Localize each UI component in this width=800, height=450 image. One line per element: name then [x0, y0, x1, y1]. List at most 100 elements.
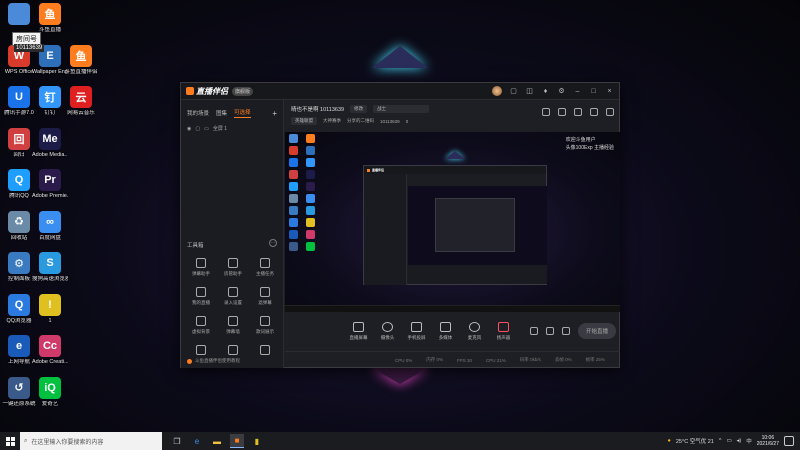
- media-button[interactable]: 多媒体: [432, 321, 459, 341]
- tool-item[interactable]: [217, 345, 249, 358]
- speaker-icon: [498, 321, 509, 332]
- clock[interactable]: 10:06 2021/6/27: [757, 435, 779, 447]
- network-icon[interactable]: ▭: [726, 438, 731, 444]
- preview-side-text: 欢迎斗鱼用户 头像100Exp 主播经验: [566, 137, 614, 152]
- volume-icon[interactable]: ◂): [737, 438, 742, 444]
- share-qrcode-label[interactable]: 分享的二维码: [347, 118, 374, 124]
- tool-item[interactable]: 弹幕墙: [217, 316, 249, 335]
- tool-item[interactable]: 主播任务: [249, 258, 281, 277]
- room-title: 晴也不是啊 10113639: [291, 107, 345, 113]
- scene-label: 全屏 1: [212, 126, 228, 132]
- screen-capture-button[interactable]: 直播屏幕: [345, 321, 372, 341]
- ime-icon[interactable]: 中: [746, 437, 752, 445]
- desktop-icon-label: Adobe Media...: [32, 151, 68, 158]
- desktop-icon[interactable]: ∞ 百度网盘: [32, 210, 68, 241]
- tool-item[interactable]: 歌词展示: [249, 316, 281, 335]
- app-icon: iQ: [39, 376, 61, 399]
- tag-season[interactable]: 大神赛季: [323, 118, 341, 124]
- tool-label: 主播任务: [256, 271, 274, 276]
- desktop-icon[interactable]: Cc Adobe Creati...: [32, 335, 68, 365]
- task-view-icon[interactable]: ❐: [170, 434, 184, 448]
- tutorial-link[interactable]: 斗鱼直播伴侣使用教程: [187, 358, 240, 364]
- close-icon[interactable]: ×: [605, 87, 614, 96]
- maximize-icon[interactable]: □: [589, 87, 598, 96]
- tool-item[interactable]: 房管助手: [217, 258, 249, 277]
- start-stream-button[interactable]: 开始直播: [577, 323, 616, 339]
- tag-game[interactable]: 英雄联盟: [291, 117, 317, 125]
- shirt-icon[interactable]: ♦: [541, 87, 550, 96]
- more-icon[interactable]: ···: [269, 239, 277, 247]
- preview-mini-icon: [289, 158, 298, 167]
- eye-icon[interactable]: [545, 327, 554, 335]
- phone-cast-button[interactable]: 手机投屏: [403, 321, 430, 341]
- lock-icon[interactable]: ▢: [195, 126, 200, 132]
- app-icon: 鱼: [70, 44, 92, 67]
- expand-tray-icon[interactable]: ^: [719, 438, 722, 444]
- edit-button[interactable]: 修改: [350, 105, 368, 113]
- tutorial-icon: [187, 358, 192, 364]
- desktop-icon[interactable]: ! 1: [32, 293, 68, 324]
- app-icon: Cc: [39, 335, 61, 357]
- speaker-button[interactable]: 扬声器: [490, 321, 517, 341]
- search-box[interactable]: ⌕ 在这里输入你要搜索的内容: [20, 432, 162, 450]
- douyu-companion-icon[interactable]: ■: [230, 434, 244, 448]
- bell-icon[interactable]: [590, 108, 598, 116]
- app-icon: Q: [8, 169, 30, 191]
- gift-icon[interactable]: ◫: [525, 87, 534, 96]
- desktop-icon[interactable]: 鱼斗鱼直播伴侣: [63, 44, 99, 75]
- message-icon[interactable]: ▢: [509, 87, 518, 96]
- gift-box-icon[interactable]: [542, 108, 550, 116]
- visibility-icon[interactable]: ◉: [187, 126, 191, 132]
- tool-item[interactable]: 我的直播: [185, 287, 217, 306]
- camera-button[interactable]: 摄像头: [374, 321, 401, 341]
- tool-item[interactable]: 滤弹幕: [249, 287, 281, 306]
- microphone-button[interactable]: 麦克风: [461, 321, 488, 341]
- desktop-icon[interactable]: Me Adobe Media...: [32, 127, 68, 158]
- desktop-icon-label: 搜狗高速浏览器: [32, 276, 68, 282]
- weather-text[interactable]: 25°C 空气优 21: [676, 437, 714, 445]
- avatar[interactable]: [492, 86, 502, 96]
- desktop-icon[interactable]: Pr Adobe Premie...: [32, 169, 68, 199]
- yellow-app-icon[interactable]: ▮: [250, 434, 264, 448]
- preview-mini-icon: [306, 194, 315, 203]
- control-label: 扬声器: [496, 334, 511, 340]
- tool-item[interactable]: [249, 345, 281, 358]
- shield-icon[interactable]: [574, 108, 582, 116]
- category-select[interactable]: 战士: [373, 105, 430, 113]
- version-badge[interactable]: 旗舰版: [232, 86, 254, 96]
- more-dots-icon[interactable]: [606, 108, 614, 116]
- gear-icon[interactable]: [561, 327, 570, 335]
- tool-item[interactable]: 虚拟背景: [185, 316, 217, 335]
- tool-item[interactable]: [185, 345, 217, 358]
- stream-preview[interactable]: 直播伴侣 欢迎斗鱼用户 头像100Exp 主播经验: [285, 132, 620, 312]
- desktop-icon[interactable]: iQ 爱奇艺: [32, 376, 68, 407]
- monitor-icon: [353, 321, 364, 332]
- preview-mini-icon: [306, 206, 315, 215]
- edge-icon[interactable]: e: [190, 434, 204, 448]
- file-explorer-icon[interactable]: ▬: [210, 434, 224, 448]
- desktop-icon[interactable]: 鱼斗鱼直播: [32, 3, 68, 33]
- add-scene-button[interactable]: +: [272, 109, 277, 118]
- tab-my-scene[interactable]: 我的场景: [187, 109, 209, 117]
- tab-selectable[interactable]: 可选择: [234, 108, 251, 118]
- minimize-icon[interactable]: –: [573, 87, 582, 96]
- lock-icon-room[interactable]: [558, 108, 566, 116]
- tool-item[interactable]: 录入设置: [217, 287, 249, 306]
- scene-panel: 我的场景 图集 可选择 + ◉ ▢ ▭ 全屏 1 工具箱 ··· 弹幕助手 房管助…: [181, 100, 284, 368]
- status-item: 内存 0%: [426, 357, 444, 362]
- start-button[interactable]: [0, 432, 20, 450]
- preview-triangle: [445, 151, 465, 159]
- app-icon: 钉: [39, 86, 61, 108]
- notification-icon[interactable]: [784, 436, 794, 446]
- record-icon[interactable]: [529, 327, 538, 335]
- tab-gallery[interactable]: 图集: [216, 109, 227, 117]
- scene-item[interactable]: ◉ ▢ ▭ 全屏 1: [181, 122, 283, 135]
- app-icon: ↺: [8, 376, 30, 399]
- app-icon: !: [39, 293, 61, 316]
- settings-icon[interactable]: ⚙: [557, 87, 566, 96]
- desktop-icon[interactable]: 云网易云音乐: [63, 86, 99, 116]
- weather-icon: ●: [667, 438, 671, 444]
- tool-item[interactable]: 弹幕助手: [185, 258, 217, 277]
- nested-left-panel: [364, 174, 407, 285]
- desktop-icon[interactable]: S 搜狗高速浏览器: [32, 252, 68, 282]
